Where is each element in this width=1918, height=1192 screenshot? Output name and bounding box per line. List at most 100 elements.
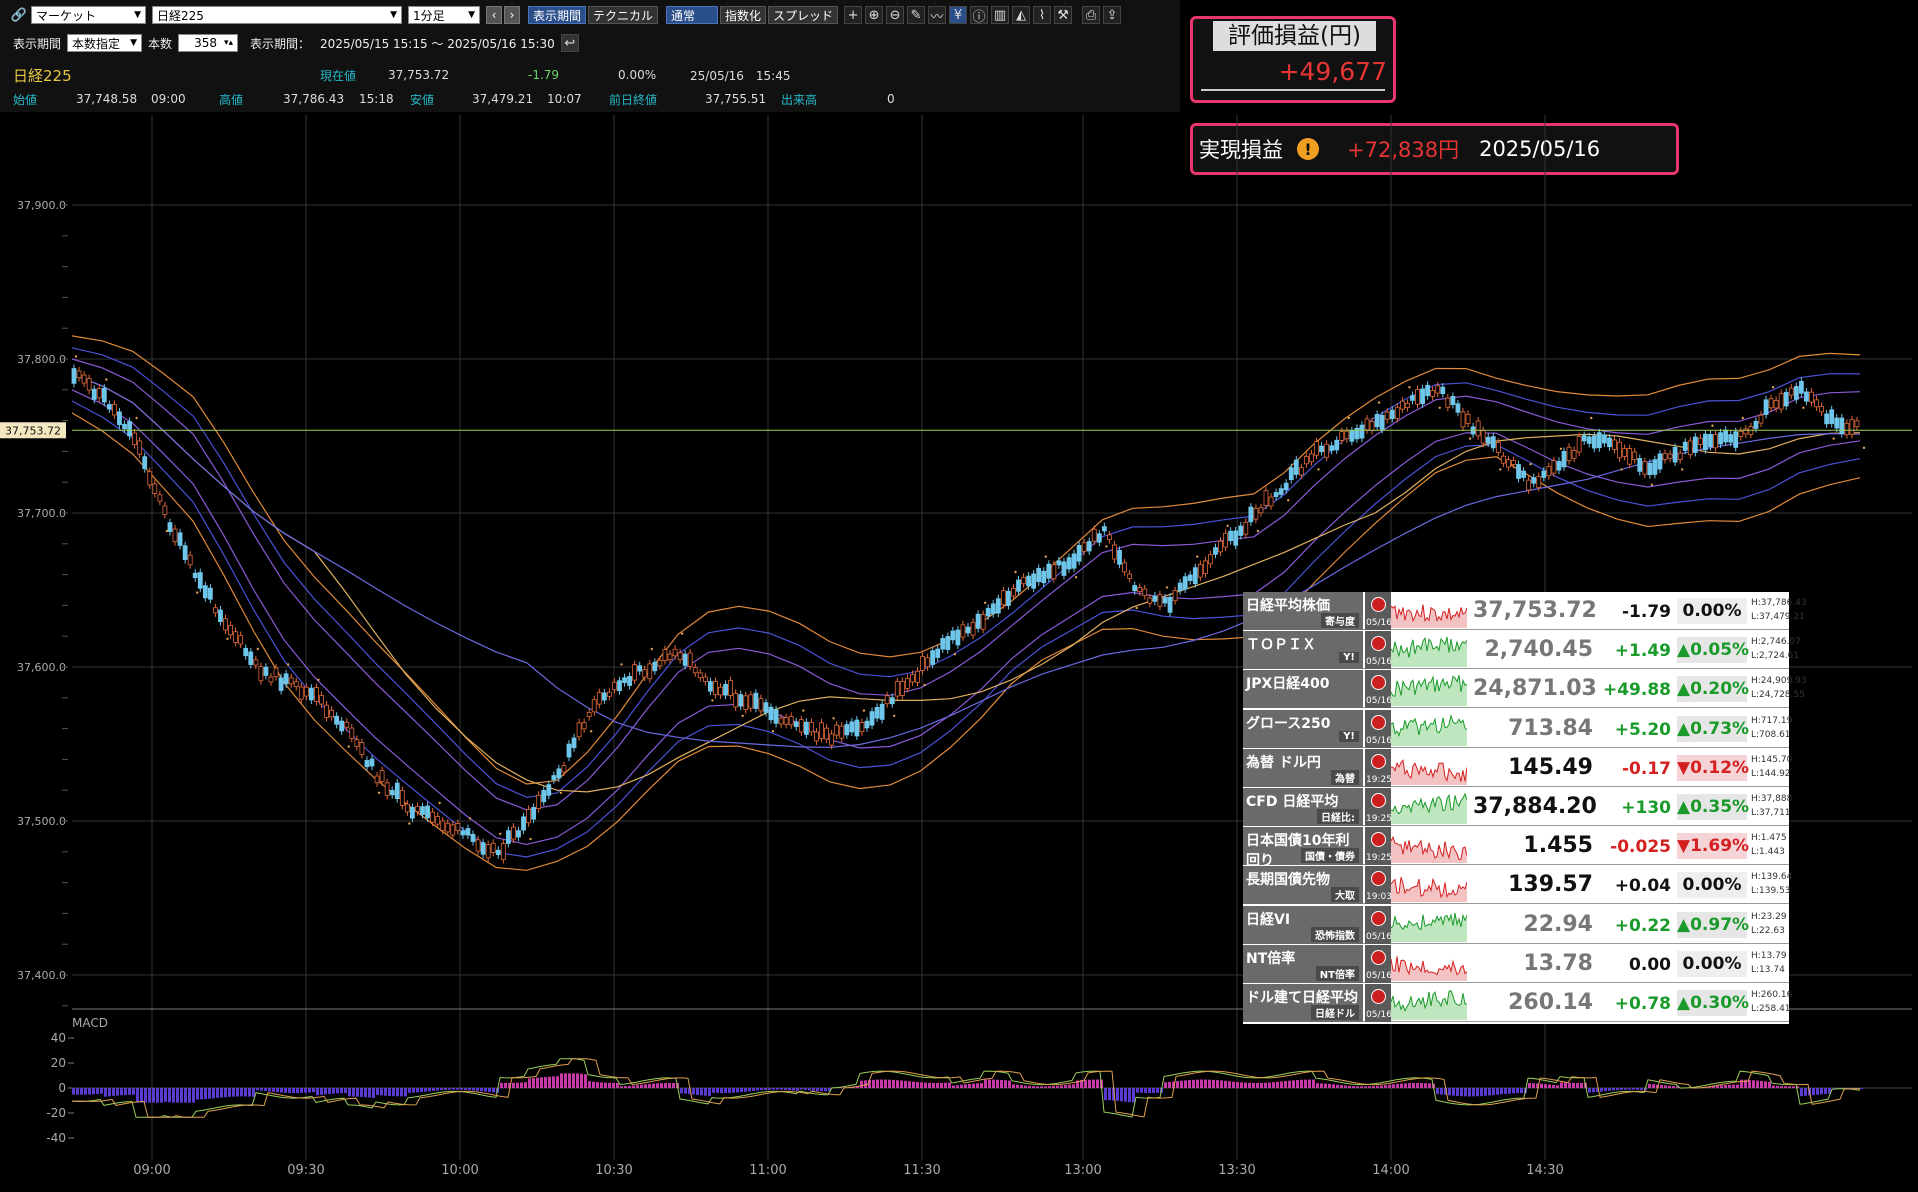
candle [1258,507,1264,514]
panel-row-value: 22.94 [1523,911,1593,937]
export-icon[interactable]: ⇪ [1103,6,1122,24]
candle [324,704,329,718]
panel-row[interactable]: 日経VI 恐怖指数 05/16 22.94 +0.22 ▲0.97% H:23.29 L:2… [1243,905,1789,944]
panel-row[interactable]: NT倍率 NT倍率 05/16 13.78 0.00 0.00% H:13.79 L:13.… [1243,944,1789,983]
candle [854,719,860,737]
next-button[interactable]: › [504,6,520,24]
wrench-icon[interactable]: ⚒ [1054,6,1073,24]
symbol-select[interactable]: 日経225 ▼ [152,6,402,24]
panel-row-date: 05/16 [1366,970,1392,981]
macd-histogram-bar [708,1088,711,1096]
macd-histogram-bar [232,1088,235,1097]
macd-histogram-bar [704,1088,707,1096]
panel-row-sub[interactable]: 大取 [1331,887,1359,903]
panel-row[interactable]: JPX日経400 05/16 24,871.03 +49.88 ▲0.20% H:24,9… [1243,670,1807,709]
candle [283,673,289,685]
panel-row[interactable]: CFD 日経平均 日経比: 19:25 37,884.20 +130 ▲0.35% H:37… [1243,788,1792,826]
print-icon[interactable]: ⎙ [1082,6,1101,24]
panel-row[interactable]: グロース250 Y! 05/16 713.84 +5.20 ▲0.73% H:717.19 … [1243,709,1792,748]
panel-row-pct: ▼1.69% [1677,833,1749,860]
x-tick-label: 09:30 [287,1163,324,1178]
reset-icon[interactable]: ↩ [560,34,579,52]
panel-row[interactable]: 日経平均株価 寄与度 05/16 37,753.72 -1.79 0.00% H:37,78… [1243,592,1807,630]
macd-histogram-bar [276,1088,279,1093]
zoom-in-icon[interactable]: ⊕ [865,6,884,24]
bar-chart-icon[interactable]: ▥ [991,6,1010,24]
stepper-icon[interactable]: ▾▴ [224,38,233,48]
panel-row[interactable]: 為替 ドル円 為替 19:25 145.49 -0.17 ▼0.12% H:145.70 L… [1243,748,1792,787]
candle [374,775,380,784]
chart-wave-icon[interactable]: 〰 [928,6,947,25]
macd-histogram-bar [288,1088,291,1093]
panel-row-high-low: H:1.475 L:1.443 [1751,833,1787,858]
panel-row[interactable]: ドル建て日経平均 日経ドル 05/16 260.14 +0.78 ▲0.30% H:260.… [1243,984,1792,1022]
panel-row-sub[interactable]: Y! [1339,730,1359,742]
yen-icon[interactable]: ¥ [949,6,968,24]
macd-histogram-bar [1500,1088,1503,1095]
crosshair-icon[interactable]: + [844,6,863,24]
panel-row[interactable]: 日本国債10年利回り 国債・債券 19:25 1.455 -0.025 ▼1.69% H:1… [1243,827,1789,869]
candle [778,717,784,725]
macd-y-tick-label: -40 [46,1131,66,1145]
macd-histogram-bar [1036,1086,1039,1088]
candle [86,378,92,391]
candle [546,784,552,796]
candle [763,702,769,713]
candle [1197,564,1203,578]
panel-row-sub[interactable]: 日経ドル [1311,1005,1359,1020]
pen-icon[interactable]: ✎ [907,6,926,24]
prev-close-label: 前日終値 [609,92,658,107]
open-value: 37,748.58 [76,92,138,106]
macd-histogram-bar [1116,1088,1119,1101]
panel-row-sub[interactable]: 日経比: [1317,809,1359,824]
panel-row-sub[interactable]: NT倍率 [1315,965,1359,981]
macd-histogram-bar [1544,1084,1547,1088]
candle [1329,445,1335,451]
candle [112,404,117,416]
high-time: 15:18 [359,92,394,106]
normal-mode-button[interactable]: 通常 [666,6,719,24]
parabolic-dot [226,637,229,640]
parabolic-dot [1287,499,1290,502]
interval-select[interactable]: 1分足 ▼ [408,6,480,24]
info-icon[interactable]: ⓘ [970,6,989,25]
area-chart-icon[interactable]: ◭ [1012,6,1031,24]
zoom-out-icon[interactable]: ⊖ [886,6,905,24]
count-input[interactable]: 358 ▾▴ [178,34,239,52]
panel-row-date: 05/16 [1366,618,1392,628]
macd-histogram-bar [1136,1088,1139,1093]
candle [1344,430,1350,440]
candle [1288,467,1294,481]
candle [718,686,723,696]
candle [1218,540,1223,553]
macd-histogram-bar [988,1079,991,1088]
period-mode-select[interactable]: 本数指定 ▼ [67,34,143,52]
market-select[interactable]: マーケット ▼ [31,6,146,24]
macd-histogram-bar [1376,1085,1379,1088]
panel-row[interactable]: 長期国債先物 大取 19:03 139.57 +0.04 0.00% H:139.64 L:… [1243,866,1792,905]
panel-row-sub[interactable]: Y! [1339,652,1359,664]
macd-histogram-bar [1092,1079,1095,1088]
parabolic-dot [135,416,138,420]
panel-row-sub[interactable]: 寄与度 [1321,613,1359,628]
link-icon[interactable]: 🔗 [10,6,28,24]
macd-histogram-bar [160,1088,163,1103]
candle [228,624,233,636]
macd-histogram-bar [512,1082,515,1088]
panel-row-sub[interactable]: 恐怖指数 [1311,926,1359,942]
display-period-button[interactable]: 表示期間 [528,6,587,24]
macd-histogram-bar [1280,1081,1283,1088]
technical-button[interactable]: テクニカル [588,6,659,24]
spread-mode-button[interactable]: スプレッド [768,6,839,24]
macd-histogram-bar [208,1088,211,1099]
line-chart-icon[interactable]: ⌇ [1033,6,1052,24]
macd-histogram-bar [1616,1088,1619,1091]
panel-row-sub[interactable]: 国債・債券 [1301,848,1359,864]
prev-button[interactable]: ‹ [486,6,502,24]
candle [1733,431,1739,448]
panel-row[interactable]: ＴＯＰＩＸ Y! 05/16 2,740.45 +1.49 ▲0.05% H:2,746.0… [1243,631,1801,670]
x-tick-label: 14:30 [1526,1163,1563,1178]
parabolic-dot [1741,416,1744,420]
panel-row-sub[interactable]: 為替 [1331,769,1359,785]
index-mode-button[interactable]: 指数化 [720,6,767,24]
